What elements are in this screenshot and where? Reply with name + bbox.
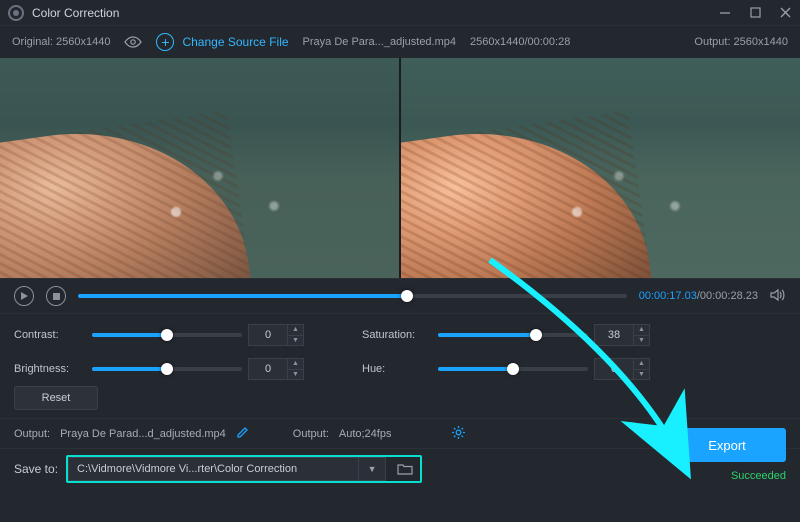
saturation-label: Saturation: — [362, 329, 432, 341]
volume-icon[interactable] — [770, 288, 786, 305]
minimize-button[interactable] — [718, 6, 732, 20]
output-resolution-label: Output: 2560x1440 — [694, 36, 788, 48]
source-meta: 2560x1440/00:00:28 — [470, 36, 570, 48]
playback-bar: 00:00:17.03/00:00:28.23 — [0, 278, 800, 314]
contrast-label: Contrast: — [14, 329, 86, 341]
stop-button[interactable] — [46, 286, 66, 306]
saturation-up[interactable]: ▲ — [634, 325, 649, 336]
time-display: 00:00:17.03/00:00:28.23 — [639, 290, 758, 302]
brightness-input[interactable] — [248, 358, 288, 380]
hue-input[interactable] — [594, 358, 634, 380]
reset-button[interactable]: Reset — [14, 386, 98, 410]
preview-output — [401, 58, 800, 278]
brightness-value[interactable]: ▲▼ — [248, 358, 310, 380]
subheader: Original: 2560x1440 + Change Source File… — [0, 26, 800, 58]
source-filename: Praya De Para..._adjusted.mp4 — [303, 36, 456, 48]
output-format-value: Auto;24fps — [339, 428, 392, 440]
contrast-down[interactable]: ▼ — [288, 336, 303, 346]
play-button[interactable] — [14, 286, 34, 306]
time-total: /00:00:28.23 — [697, 290, 758, 302]
saturation-value[interactable]: ▲▼ — [594, 324, 656, 346]
app-logo-icon — [8, 5, 24, 21]
maximize-button[interactable] — [748, 6, 762, 20]
seek-slider[interactable] — [78, 294, 627, 298]
brightness-up[interactable]: ▲ — [288, 359, 303, 370]
plus-icon: + — [156, 33, 174, 51]
preview-toggle-icon[interactable] — [124, 36, 142, 48]
output-file-name: Praya De Parad...d_adjusted.mp4 — [60, 428, 226, 440]
contrast-value[interactable]: ▲▼ — [248, 324, 310, 346]
time-current: 00:00:17.03 — [639, 290, 697, 302]
saturation-input[interactable] — [594, 324, 634, 346]
contrast-input[interactable] — [248, 324, 288, 346]
original-resolution-label: Original: 2560x1440 — [12, 36, 110, 48]
hue-down[interactable]: ▼ — [634, 370, 649, 380]
brightness-down[interactable]: ▼ — [288, 370, 303, 380]
contrast-up[interactable]: ▲ — [288, 325, 303, 336]
save-path-input[interactable] — [68, 457, 358, 481]
color-controls: Contrast: ▲▼ Saturation: ▲▼ Brightness: … — [0, 314, 800, 386]
brightness-label: Brightness: — [14, 363, 86, 375]
preview-original — [0, 58, 399, 278]
hue-value[interactable]: ▲▼ — [594, 358, 656, 380]
save-path-dropdown[interactable]: ▼ — [358, 457, 386, 481]
preview-area — [0, 58, 800, 278]
save-row: Save to: ▼ Export Succeeded — [0, 448, 800, 488]
hue-up[interactable]: ▲ — [634, 359, 649, 370]
close-button[interactable] — [778, 6, 792, 20]
contrast-slider[interactable] — [92, 333, 242, 337]
hue-label: Hue: — [362, 363, 432, 375]
titlebar: Color Correction — [0, 0, 800, 26]
rename-icon[interactable] — [236, 426, 249, 442]
output-settings-icon[interactable] — [451, 425, 466, 443]
window-title: Color Correction — [32, 6, 119, 20]
change-source-label: Change Source File — [182, 35, 288, 49]
saturation-slider[interactable] — [438, 333, 588, 337]
export-button[interactable]: Export — [668, 428, 786, 462]
output-format-label: Output: — [293, 428, 329, 440]
open-folder-icon[interactable] — [390, 457, 420, 481]
export-status: Succeeded — [731, 470, 786, 482]
brightness-slider[interactable] — [92, 367, 242, 371]
saturation-down[interactable]: ▼ — [634, 336, 649, 346]
save-to-label: Save to: — [14, 462, 58, 476]
hue-slider[interactable] — [438, 367, 588, 371]
output-file-label: Output: — [14, 428, 50, 440]
save-path-group: ▼ — [66, 455, 422, 483]
change-source-button[interactable]: + Change Source File — [156, 33, 288, 51]
